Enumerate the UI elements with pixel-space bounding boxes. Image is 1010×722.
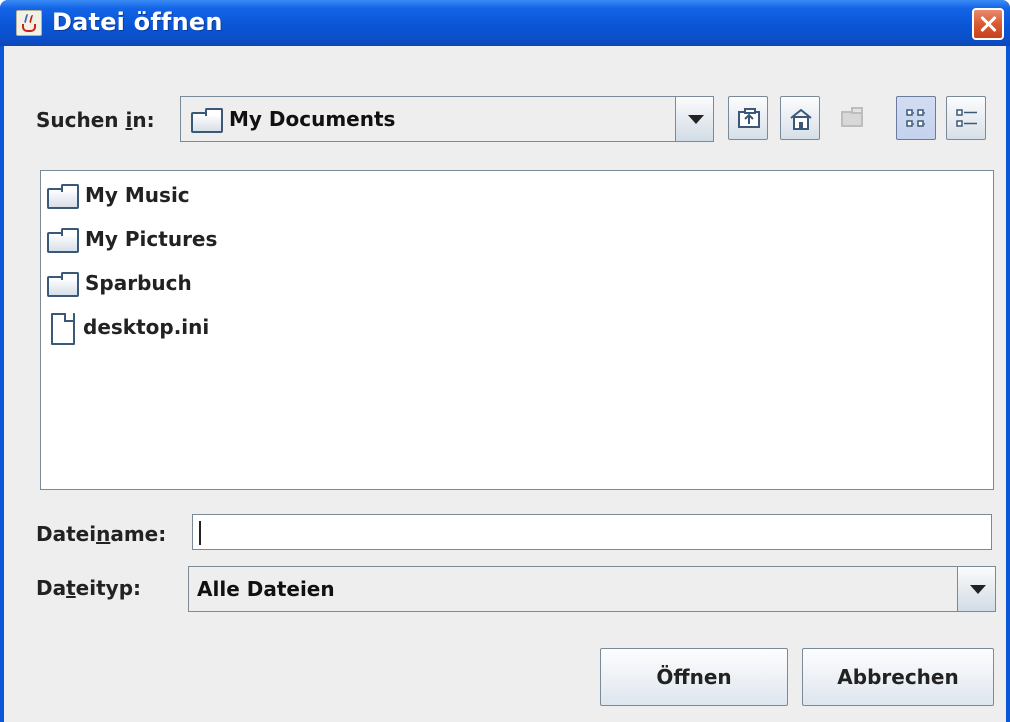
close-button[interactable] — [972, 8, 1004, 40]
java-app-icon — [16, 10, 42, 36]
home-icon — [790, 108, 812, 130]
file-list[interactable]: My Music My Pictures Sparbuch desktop.in… — [40, 170, 994, 490]
text-caret — [199, 521, 201, 545]
list-view-icon — [906, 109, 926, 127]
window-title: Datei öffnen — [52, 8, 223, 36]
open-button[interactable]: Öffnen — [600, 648, 788, 706]
cancel-button[interactable]: Abbrechen — [802, 648, 994, 706]
new-folder-icon — [841, 107, 863, 127]
title-bar[interactable]: Datei öffnen — [0, 0, 1010, 46]
up-one-level-icon — [738, 108, 760, 128]
filename-label: Dateiname: — [36, 522, 167, 546]
list-item[interactable]: My Pictures — [47, 221, 217, 257]
lookin-dropdown-arrow[interactable] — [675, 97, 713, 141]
home-button[interactable] — [780, 96, 820, 140]
folder-icon — [191, 108, 223, 133]
details-view-button[interactable] — [946, 96, 986, 140]
folder-icon — [47, 184, 79, 209]
filetype-label: Dateityp: — [36, 576, 142, 600]
filetype-value: Alle Dateien — [197, 577, 335, 601]
folder-icon — [47, 228, 79, 253]
file-icon — [51, 313, 75, 345]
file-dialog-window: Datei öffnen Suchen in: My Documents My … — [0, 0, 1010, 722]
dialog-content: Suchen in: My Documents My Music My Pict… — [4, 46, 1006, 722]
lookin-value: My Documents — [229, 107, 396, 131]
lookin-label: Suchen in: — [36, 108, 155, 132]
list-item[interactable]: My Music — [47, 177, 190, 213]
filetype-dropdown-arrow[interactable] — [957, 567, 995, 611]
details-view-icon — [956, 109, 977, 127]
filename-input[interactable] — [192, 514, 992, 550]
lookin-combobox[interactable]: My Documents — [180, 96, 714, 142]
filetype-combobox[interactable]: Alle Dateien — [188, 566, 996, 612]
list-item[interactable]: Sparbuch — [47, 265, 192, 301]
list-view-button[interactable] — [896, 96, 936, 140]
folder-icon — [47, 272, 79, 297]
up-one-level-button[interactable] — [728, 96, 768, 140]
new-folder-button[interactable] — [832, 96, 872, 140]
list-item[interactable]: desktop.ini — [47, 309, 209, 345]
